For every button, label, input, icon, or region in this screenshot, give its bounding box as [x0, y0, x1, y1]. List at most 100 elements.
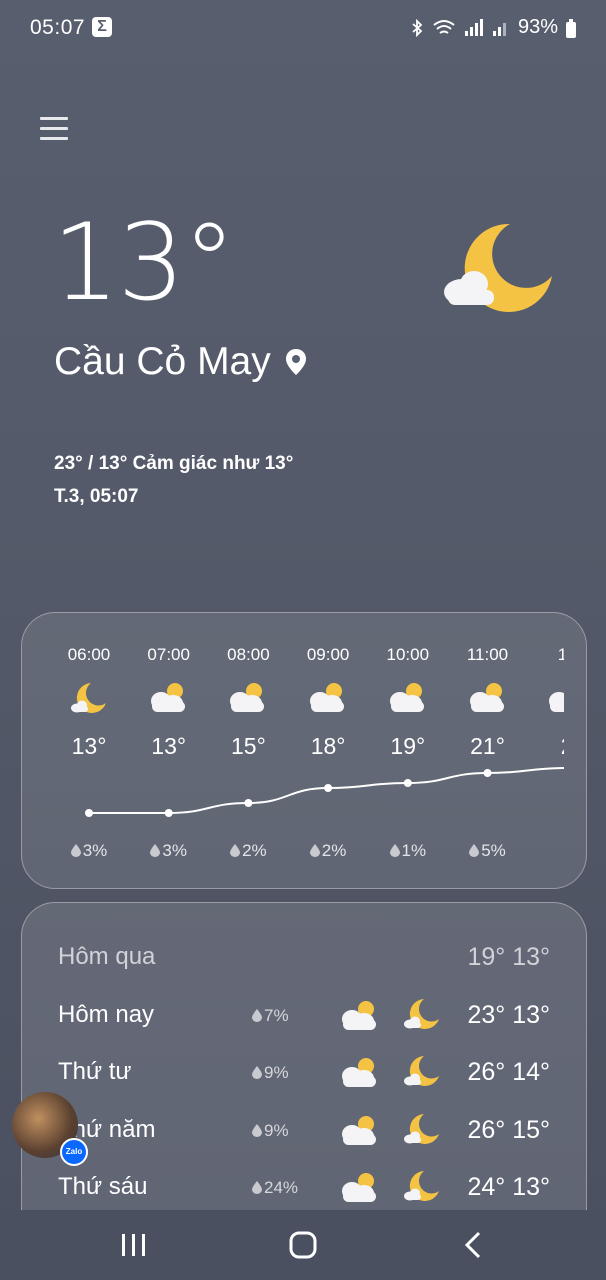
- sun-cloud-icon: [150, 683, 185, 712]
- day-temps: 19° 13°: [467, 943, 550, 971]
- raindrop-icon: [70, 844, 81, 857]
- current-temperature: 13°: [52, 201, 236, 324]
- hour-weather-icon: [69, 681, 109, 713]
- hour-weather-icon: [547, 681, 564, 713]
- hour-temp: 19°: [390, 733, 426, 759]
- hour-time: 06:00: [67, 645, 111, 664]
- day-label: Hôm nay: [58, 1000, 155, 1028]
- temperature-point: [85, 809, 93, 817]
- location-pin-icon: [285, 349, 306, 375]
- day-temps: 24° 13°: [467, 1173, 550, 1201]
- hour-temp: 15°: [231, 733, 266, 759]
- hour-rain: 3%: [49, 841, 129, 861]
- hour-rain: 1%: [368, 841, 448, 861]
- battery-percent: 93%: [517, 16, 558, 38]
- daily-row[interactable]: Thứ sáu 24% 24° 13°: [22, 1165, 586, 1215]
- status-time: 05:07: [30, 16, 86, 39]
- rain-chance: 2%: [242, 841, 267, 860]
- hourly-scroll[interactable]: 06:00 13° 3% 07:00 13° 3% 08:00 15° 2% 0…: [22, 613, 564, 888]
- hour-time: 07:00: [147, 645, 190, 664]
- raindrop-icon: [252, 1066, 262, 1079]
- moon-cloud-icon: [404, 998, 439, 1029]
- hour-rain: 2%: [288, 841, 368, 861]
- menu-button[interactable]: [40, 114, 68, 142]
- raindrop-icon: [252, 1181, 262, 1194]
- day-label: Thứ sáu: [58, 1173, 148, 1200]
- moon-cloud-icon: [444, 223, 552, 312]
- raindrop-icon: [252, 1008, 262, 1022]
- sun-cloud-icon: [342, 1115, 376, 1145]
- home-icon: [289, 1231, 317, 1259]
- day-temps: 26° 15°: [467, 1115, 550, 1144]
- sun-cloud-icon: [230, 683, 265, 712]
- daily-row[interactable]: Hôm nay 7% 23° 13°: [22, 993, 586, 1043]
- location-button[interactable]: Cầu Cỏ May: [54, 340, 307, 384]
- yesterday-row: Hôm qua 19° 13°: [22, 935, 586, 985]
- raindrop-icon: [389, 844, 400, 857]
- night-weather-icon: [402, 1112, 442, 1146]
- sun-cloud-icon: [342, 1173, 376, 1202]
- home-button[interactable]: [273, 1228, 333, 1262]
- temp-range-feels-like: 23° / 13° Cảm giác như 13°: [54, 453, 294, 474]
- day-weather-icon: [340, 1114, 380, 1146]
- day-rain: 24%: [252, 1178, 298, 1198]
- daily-row[interactable]: Thứ tư 9% 26° 14°: [22, 1050, 586, 1100]
- raindrop-icon: [252, 1123, 262, 1137]
- sun-cloud-icon: [469, 683, 504, 712]
- night-weather-icon: [402, 997, 442, 1031]
- hour-time: 10:00: [386, 645, 430, 664]
- sun-cloud-icon: [342, 1000, 376, 1030]
- hour-weather-icon: [149, 681, 189, 713]
- battery-icon: [566, 18, 576, 38]
- hour-temp: 2: [527, 733, 564, 760]
- hour-rain: 5%: [448, 841, 528, 861]
- notification-app-icon: Σ: [92, 17, 112, 37]
- hour-weather-icon: [308, 681, 348, 713]
- daily-forecast-card[interactable]: Hôm qua 19° 13° Hôm nay 7% 23° 13° Thứ tư 9…: [21, 902, 587, 1223]
- temperature-point: [403, 779, 412, 787]
- hour-temp: 18°: [310, 733, 346, 759]
- moon-cloud-icon: [404, 1113, 439, 1144]
- raindrop-icon: [309, 844, 320, 857]
- hour-weather-icon: [388, 681, 428, 713]
- rain-chance: 3%: [162, 841, 187, 860]
- day-weather-icon: [340, 999, 380, 1031]
- bluetooth-icon: [412, 18, 423, 37]
- signal-icon: [464, 18, 483, 36]
- hour-weather-icon: [468, 681, 508, 713]
- day-label: Thứ tư: [58, 1058, 132, 1085]
- signal-icon-2: [492, 22, 506, 36]
- temperature-point: [164, 809, 173, 817]
- hour-time: 12: [527, 645, 564, 665]
- hour-temp: 21°: [470, 733, 505, 759]
- zalo-badge: Zalo: [60, 1138, 88, 1166]
- rain-chance: 9%: [264, 1063, 289, 1082]
- night-weather-icon: [402, 1169, 442, 1203]
- day-temps: 26° 14°: [467, 1058, 550, 1086]
- hour-time: 11:00: [466, 645, 509, 664]
- recent-apps-button[interactable]: [103, 1228, 163, 1262]
- date-time: T.3, 05:07: [54, 486, 139, 507]
- hour-weather-icon: [228, 681, 268, 713]
- rain-chance: 2%: [321, 841, 347, 860]
- day-temps: 23° 13°: [467, 1000, 550, 1029]
- day-weather-icon: [340, 1056, 380, 1088]
- hour-rain: 2%: [208, 841, 288, 861]
- temperature-point: [244, 799, 253, 807]
- hour-temp: 13°: [151, 733, 187, 759]
- temperature-point: [483, 769, 492, 777]
- day-rain: 9%: [252, 1063, 289, 1083]
- back-icon: [464, 1231, 481, 1259]
- hourly-forecast-card[interactable]: 06:00 13° 3% 07:00 13° 3% 08:00 15° 2% 0…: [21, 612, 587, 889]
- back-button[interactable]: [443, 1228, 503, 1262]
- day-weather-icon: [340, 1171, 380, 1203]
- moon-cloud-icon: [404, 1171, 439, 1201]
- raindrop-icon: [150, 844, 161, 857]
- day-label: Hôm qua: [58, 943, 156, 970]
- temperature-graph: [85, 767, 564, 817]
- hour-rain: 3%: [129, 841, 209, 861]
- sun-cloud-icon: [389, 683, 424, 712]
- rain-chance: 7%: [264, 1005, 289, 1025]
- daily-row[interactable]: Thứ năm 9% 26° 15°: [22, 1108, 586, 1158]
- sun-cloud-icon: [310, 683, 345, 712]
